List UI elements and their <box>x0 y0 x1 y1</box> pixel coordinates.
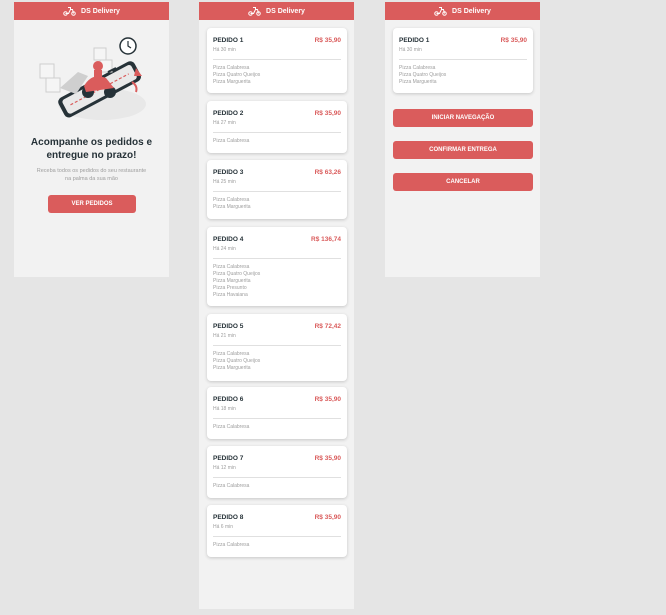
product-item: Pizza Calabresa <box>213 542 250 548</box>
order-card[interactable]: PEDIDO 2 R$ 35,90 Há 27 min Pizza Calabresa <box>207 101 347 153</box>
app-title: DS Delivery <box>81 7 120 15</box>
product-item: Pizza Quatro Queijos <box>213 271 261 277</box>
order-time: Há 6 min <box>213 524 234 530</box>
order-card[interactable]: PEDIDO 6 R$ 35,90 Há 18 min Pizza Calabresa <box>207 387 347 439</box>
product-item: Pizza Marguerita <box>213 79 251 85</box>
product-item: Pizza Calabresa <box>213 197 250 203</box>
app-title: DS Delivery <box>266 7 305 15</box>
app-header: DS Delivery <box>14 2 169 20</box>
home-title: Acompanhe os pedidos e entregue no prazo… <box>30 137 153 161</box>
order-price: R$ 35,90 <box>314 514 341 521</box>
product-item: Pizza Calabresa <box>213 483 250 489</box>
app-header: DS Delivery <box>385 2 540 20</box>
order-time: Há 24 min <box>213 246 236 252</box>
order-time: Há 27 min <box>213 120 236 126</box>
order-number: PEDIDO 5 <box>213 323 244 330</box>
order-card[interactable]: PEDIDO 7 R$ 35,90 Há 12 min Pizza Calabresa <box>207 446 347 498</box>
order-number: PEDIDO 7 <box>213 455 244 462</box>
divider <box>399 59 527 60</box>
order-price: R$ 136,74 <box>311 236 341 243</box>
delivery-illustration <box>39 37 146 120</box>
product-item: Pizza Marguerita <box>213 365 251 371</box>
start-navigation-button[interactable]: INICIAR NAVEGAÇÃO <box>393 109 533 127</box>
product-item: Pizza Quatro Queijos <box>213 358 261 364</box>
order-number: PEDIDO 1 <box>399 37 430 44</box>
divider <box>213 345 341 346</box>
order-details-screen: DS Delivery PEDIDO 1 R$ 35,90 Há 30 min … <box>385 2 540 277</box>
order-price: R$ 35,90 <box>500 37 527 44</box>
order-card: PEDIDO 1 R$ 35,90 Há 30 min Pizza Calabr… <box>393 28 533 93</box>
divider <box>213 258 341 259</box>
scooter-icon <box>434 7 447 16</box>
order-number: PEDIDO 1 <box>213 37 244 44</box>
order-card[interactable]: PEDIDO 8 R$ 35,90 Há 6 min Pizza Calabresa <box>207 505 347 557</box>
app-title: DS Delivery <box>452 7 491 15</box>
order-number: PEDIDO 6 <box>213 396 244 403</box>
divider <box>213 191 341 192</box>
order-time: Há 21 min <box>213 333 236 339</box>
product-item: Pizza Presunto <box>213 285 247 291</box>
scooter-icon <box>248 7 261 16</box>
product-item: Pizza Calabresa <box>213 138 250 144</box>
home-screen: DS Delivery Acompanhe os pedidos e entre… <box>14 2 169 277</box>
order-card[interactable]: PEDIDO 3 R$ 63,26 Há 25 min Pizza Calabresa… <box>207 160 347 219</box>
order-price: R$ 63,26 <box>314 169 341 176</box>
product-item: Pizza Calabresa <box>213 65 250 71</box>
product-item: Pizza Quatro Queijos <box>399 72 447 78</box>
order-price: R$ 35,90 <box>314 396 341 403</box>
order-time: Há 30 min <box>399 47 422 53</box>
order-number: PEDIDO 3 <box>213 169 244 176</box>
divider <box>213 132 341 133</box>
orders-screen: DS Delivery PEDIDO 1 R$ 35,90 Há 30 min Piz… <box>199 2 354 609</box>
order-time: Há 30 min <box>213 47 236 53</box>
order-card[interactable]: PEDIDO 4 R$ 136,74 Há 24 min Pizza Calabres… <box>207 227 347 306</box>
divider <box>213 59 341 60</box>
product-item: Pizza Calabresa <box>213 351 250 357</box>
order-time: Há 18 min <box>213 406 236 412</box>
product-item: Pizza Calabresa <box>399 65 436 71</box>
product-item: Pizza Marguerita <box>213 204 251 210</box>
cancel-button[interactable]: CANCELAR <box>393 173 533 191</box>
divider <box>213 536 341 537</box>
order-number: PEDIDO 2 <box>213 110 244 117</box>
order-card[interactable]: PEDIDO 1 R$ 35,90 Há 30 min Pizza Calabresa… <box>207 28 347 93</box>
product-item: Pizza Calabresa <box>213 264 250 270</box>
order-price: R$ 35,90 <box>314 110 341 117</box>
product-item: Pizza Marguerita <box>213 278 251 284</box>
product-item: Pizza Calabresa <box>213 424 250 430</box>
view-orders-button[interactable]: VER PEDIDOS <box>48 195 136 213</box>
divider <box>213 418 341 419</box>
confirm-delivery-button[interactable]: CONFIRMAR ENTREGA <box>393 141 533 159</box>
product-item: Pizza Havaiana <box>213 292 248 298</box>
divider <box>213 477 341 478</box>
order-price: R$ 35,90 <box>314 37 341 44</box>
app-header: DS Delivery <box>199 2 354 20</box>
scooter-icon <box>63 7 76 16</box>
order-number: PEDIDO 4 <box>213 236 244 243</box>
order-price: R$ 35,90 <box>314 455 341 462</box>
order-number: PEDIDO 8 <box>213 514 244 521</box>
product-item: Pizza Quatro Queijos <box>213 72 261 78</box>
order-price: R$ 72,42 <box>314 323 341 330</box>
order-time: Há 12 min <box>213 465 236 471</box>
product-item: Pizza Marguerita <box>399 79 437 85</box>
order-card[interactable]: PEDIDO 5 R$ 72,42 Há 21 min Pizza Calabresa… <box>207 314 347 381</box>
home-subtitle: Receba todos os pedidos do seu restauran… <box>36 168 147 182</box>
order-time: Há 25 min <box>213 179 236 185</box>
